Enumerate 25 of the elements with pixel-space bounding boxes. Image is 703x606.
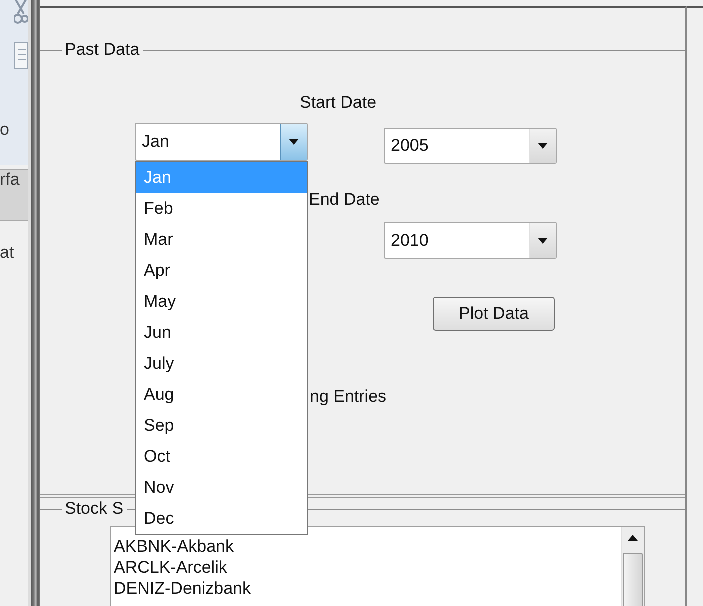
scroll-up-icon bbox=[628, 535, 638, 541]
end-date-label: End Date bbox=[309, 190, 380, 210]
plot-data-button[interactable]: Plot Data bbox=[433, 297, 555, 331]
stock-item[interactable]: DENIZ-Denizbank bbox=[111, 578, 251, 599]
start-date-label: Start Date bbox=[300, 93, 377, 113]
toolbar-label: o bbox=[0, 120, 10, 140]
dropdown[interactable]: Jan bbox=[135, 123, 308, 161]
dropdown[interactable]: 2010 bbox=[384, 222, 557, 259]
scissors-icon bbox=[14, 0, 28, 26]
stock-item[interactable]: ARCLK-Arcelik bbox=[111, 557, 228, 578]
stock-item[interactable]: AKBNK-Akbank bbox=[111, 536, 234, 557]
stock-list[interactable]: AKBNK-Akbank ARCLK-Arcelik DENIZ-Denizbank bbox=[110, 526, 645, 606]
caret-icon bbox=[538, 143, 548, 149]
splitter-bar[interactable] bbox=[28, 0, 40, 606]
caret-icon bbox=[538, 238, 548, 244]
dropdown[interactable]: 2005 bbox=[384, 128, 557, 164]
group-title: Stock S bbox=[64, 500, 125, 518]
caret-icon bbox=[289, 139, 299, 145]
document-icon bbox=[14, 42, 28, 70]
tab-label: rfa bbox=[0, 170, 20, 190]
panel-label: at bbox=[0, 243, 14, 263]
entries-label: ng Entries bbox=[310, 387, 387, 407]
group-title: Past Data bbox=[64, 41, 141, 59]
scrollbar[interactable] bbox=[621, 527, 644, 606]
scroll-thumb[interactable] bbox=[623, 553, 643, 606]
